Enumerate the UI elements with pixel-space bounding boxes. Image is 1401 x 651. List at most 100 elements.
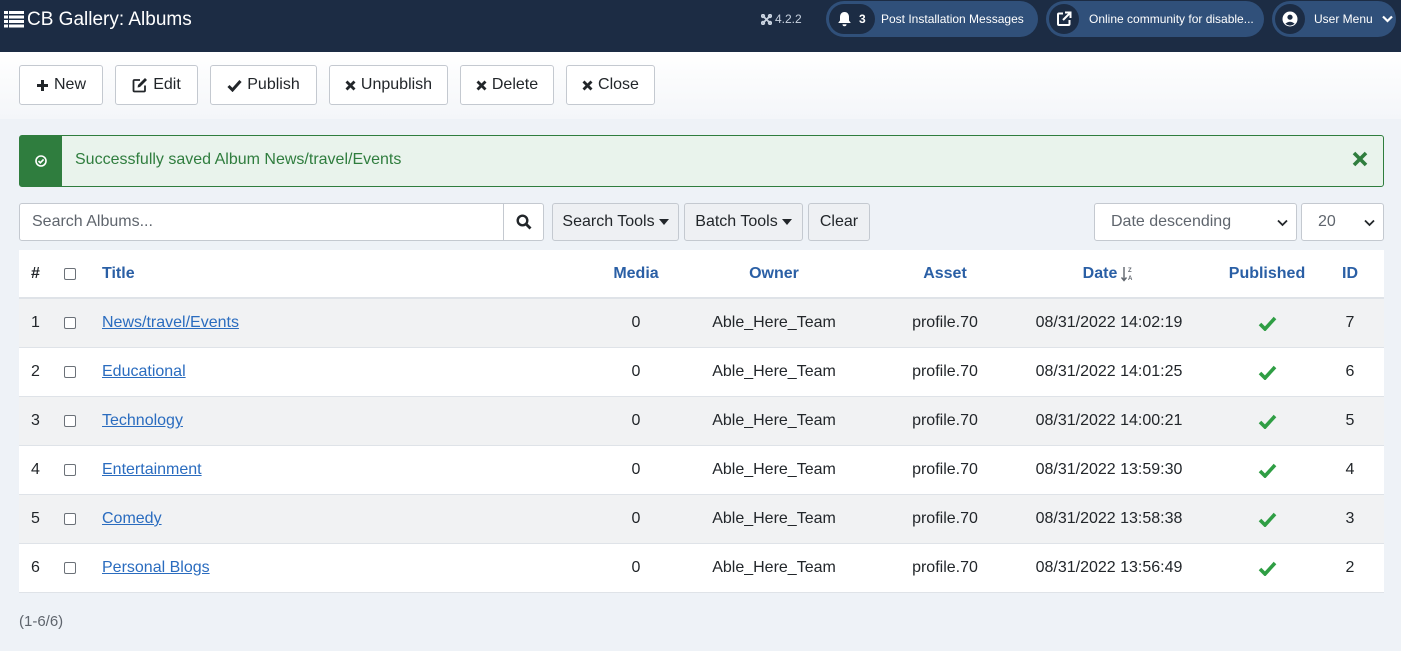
- check-icon: [227, 79, 242, 92]
- chevron-down-icon: [1381, 15, 1393, 23]
- search-tools-button[interactable]: Search Tools: [552, 203, 679, 241]
- unpublish-button[interactable]: Unpublish: [329, 65, 448, 105]
- row-checkbox[interactable]: [64, 562, 76, 574]
- header-asset[interactable]: Asset: [885, 250, 1005, 297]
- date-value: 08/31/2022 14:02:19: [1035, 314, 1183, 331]
- sort-select[interactable]: Date descending: [1094, 203, 1297, 241]
- row-checkbox[interactable]: [64, 366, 76, 378]
- owner-name: Able_Here_Team: [712, 314, 836, 331]
- album-id: 6: [1345, 363, 1355, 380]
- published-check-icon[interactable]: [1258, 512, 1277, 527]
- asset-name: profile.70: [912, 363, 978, 380]
- table-row: 4 Entertainment 0 Able_Here_Team profile…: [19, 446, 1384, 495]
- user-menu-button[interactable]: User Menu: [1272, 1, 1396, 37]
- close-alert-icon[interactable]: [1350, 149, 1370, 169]
- row-num: 6: [31, 559, 40, 576]
- published-check-icon[interactable]: [1258, 561, 1277, 576]
- album-id: 7: [1345, 314, 1355, 331]
- asset-name: profile.70: [912, 314, 978, 331]
- svg-text:A: A: [1128, 276, 1133, 282]
- album-title-link[interactable]: Comedy: [102, 510, 162, 528]
- row-checkbox[interactable]: [64, 513, 76, 525]
- row-checkbox[interactable]: [64, 415, 76, 427]
- batch-tools-button[interactable]: Batch Tools: [684, 203, 803, 241]
- album-title-link[interactable]: News/travel/Events: [102, 314, 239, 332]
- select-all-checkbox[interactable]: [64, 267, 76, 280]
- new-button[interactable]: New: [19, 65, 103, 105]
- search-icon: [515, 214, 531, 230]
- published-check-icon[interactable]: [1258, 414, 1277, 429]
- header-title[interactable]: Title: [102, 250, 135, 297]
- bell-icon: [838, 12, 851, 27]
- row-num: 3: [31, 412, 40, 429]
- times-icon: [345, 80, 356, 90]
- row-checkbox[interactable]: [64, 317, 76, 329]
- joomla-icon: [760, 13, 773, 26]
- list-menu-icon[interactable]: [4, 10, 24, 28]
- header-published[interactable]: Published: [1222, 250, 1312, 297]
- search-input[interactable]: [19, 203, 504, 241]
- album-title-link[interactable]: Personal Blogs: [102, 559, 210, 577]
- table-row: 6 Personal Blogs 0 Able_Here_Team profil…: [19, 544, 1384, 593]
- row-num: 4: [31, 461, 40, 478]
- user-circle-icon: [1282, 11, 1298, 27]
- published-check-icon[interactable]: [1258, 463, 1277, 478]
- version-info: 4.2.2: [760, 12, 802, 26]
- header-date[interactable]: Date Z A: [1029, 250, 1189, 297]
- owner-name: Able_Here_Team: [712, 363, 836, 380]
- table-body: 1 News/travel/Events 0 Able_Here_Team pr…: [19, 299, 1384, 593]
- post-installation-messages-button[interactable]: 3 Post Installation Messages: [826, 1, 1038, 37]
- album-id: 3: [1345, 510, 1355, 527]
- date-value: 08/31/2022 13:58:38: [1035, 510, 1183, 527]
- header-num: #: [31, 264, 40, 282]
- owner-name: Able_Here_Team: [712, 510, 836, 527]
- edit-icon: [132, 78, 148, 93]
- header-media[interactable]: Media: [586, 250, 686, 297]
- row-num: 5: [31, 510, 40, 527]
- external-link-icon: [1057, 11, 1072, 26]
- header-id[interactable]: ID: [1330, 250, 1370, 297]
- published-check-icon[interactable]: [1258, 365, 1277, 380]
- edit-button[interactable]: Edit: [115, 65, 198, 105]
- success-alert: Successfully saved Album News/travel/Eve…: [19, 135, 1384, 187]
- search-button[interactable]: [503, 203, 544, 241]
- alert-message: Successfully saved Album News/travel/Eve…: [75, 151, 402, 168]
- table-row: 3 Technology 0 Able_Here_Team profile.70…: [19, 397, 1384, 446]
- chevron-down-icon: [1364, 219, 1375, 227]
- table-header: # Title Media Owner Asset Date Z A Publi…: [19, 250, 1384, 299]
- online-community-link[interactable]: Online community for disable...: [1046, 1, 1264, 37]
- owner-name: Able_Here_Team: [712, 461, 836, 478]
- media-count: 0: [631, 559, 641, 576]
- clear-button[interactable]: Clear: [808, 203, 870, 241]
- header-owner[interactable]: Owner: [699, 250, 849, 297]
- online-community-label: Online community for disable...: [1089, 12, 1254, 26]
- album-title-link[interactable]: Technology: [102, 412, 183, 430]
- row-checkbox[interactable]: [64, 464, 76, 476]
- album-id: 2: [1345, 559, 1355, 576]
- album-title-link[interactable]: Entertainment: [102, 461, 202, 479]
- toolbar: New Edit Publish Unpublish Delete Close: [0, 52, 1401, 119]
- notification-count: 3: [859, 12, 866, 26]
- chevron-down-icon: [1277, 219, 1288, 227]
- list-limit-select[interactable]: 20: [1301, 203, 1384, 241]
- delete-button[interactable]: Delete: [460, 65, 554, 105]
- svg-text:Z: Z: [1128, 268, 1132, 274]
- publish-button[interactable]: Publish: [210, 65, 317, 105]
- owner-name: Able_Here_Team: [712, 559, 836, 576]
- version-number: 4.2.2: [775, 12, 802, 26]
- close-button[interactable]: Close: [566, 65, 655, 105]
- asset-name: profile.70: [912, 412, 978, 429]
- media-count: 0: [631, 461, 641, 478]
- album-title-link[interactable]: Educational: [102, 363, 186, 381]
- times-icon: [582, 80, 593, 90]
- user-menu-label: User Menu: [1314, 12, 1373, 26]
- published-check-icon[interactable]: [1258, 316, 1277, 331]
- media-count: 0: [631, 510, 641, 527]
- asset-name: profile.70: [912, 510, 978, 527]
- asset-name: profile.70: [912, 461, 978, 478]
- pagination-count: (1-6/6): [19, 613, 64, 630]
- albums-table: # Title Media Owner Asset Date Z A Publi…: [19, 250, 1384, 593]
- media-count: 0: [631, 412, 641, 429]
- table-row: 1 News/travel/Events 0 Able_Here_Team pr…: [19, 299, 1384, 348]
- page-title: CB Gallery: Albums: [27, 9, 192, 30]
